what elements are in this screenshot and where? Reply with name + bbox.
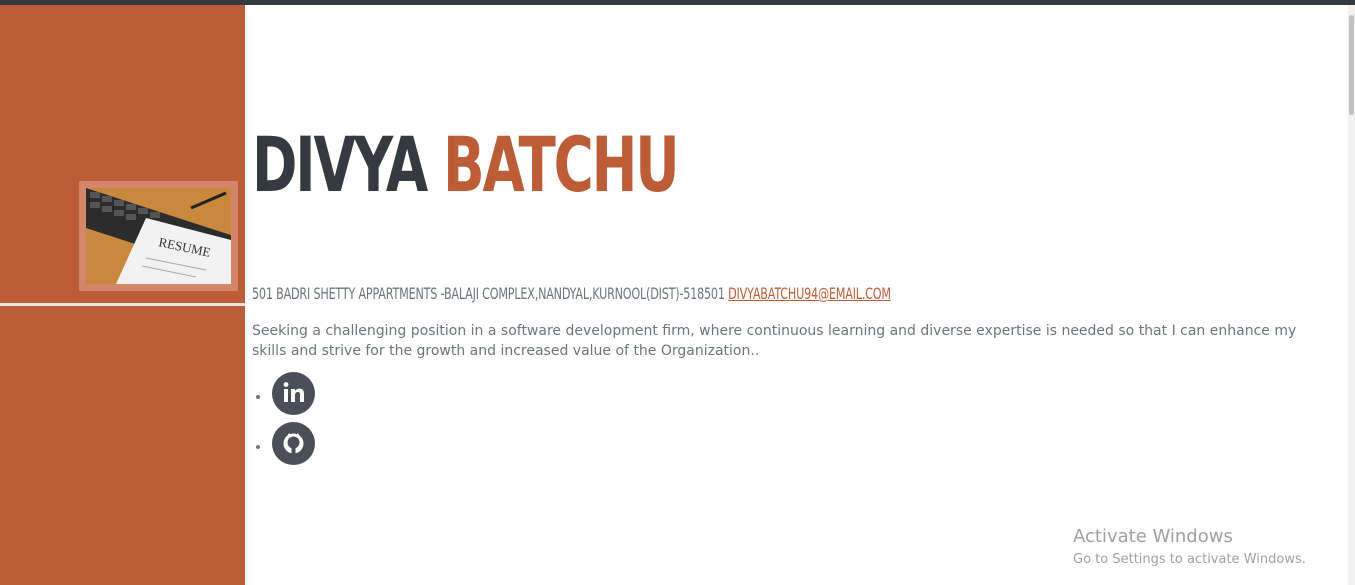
main-content: DIVYA BATCHU 501 BADRI SHETTY APPARTMENT…	[252, 5, 1342, 585]
watermark-subtitle: Go to Settings to activate Windows.	[1073, 552, 1306, 567]
windows-activation-watermark: Activate Windows Go to Settings to activ…	[1073, 526, 1306, 571]
linkedin-button[interactable]	[272, 372, 315, 415]
last-name: BATCHU	[442, 120, 680, 209]
github-button[interactable]	[272, 422, 315, 465]
github-icon	[283, 433, 304, 454]
list-item	[270, 422, 315, 478]
objective-text: Seeking a challenging position in a soft…	[252, 323, 1297, 359]
sidebar-divider	[0, 303, 245, 306]
scrollbar-thumb[interactable]	[1349, 15, 1354, 115]
page-scrollbar[interactable]	[1348, 5, 1355, 585]
list-item	[270, 372, 315, 428]
first-name: DIVYA	[252, 120, 428, 209]
address-text: 501 BADRI SHETTY APPARTMENTS -BALAJI COM…	[252, 284, 725, 303]
linkedin-icon	[283, 382, 304, 402]
profile-image: RESUME	[86, 188, 231, 284]
email-link[interactable]: DIVYABATCHU94@EMAIL.COM	[728, 284, 891, 303]
watermark-title: Activate Windows	[1073, 526, 1233, 547]
sidebar: RESUME	[0, 5, 245, 585]
social-links	[270, 372, 315, 478]
contact-line: 501 BADRI SHETTY APPARTMENTS -BALAJI COM…	[252, 283, 891, 305]
profile-image-frame: RESUME	[79, 181, 238, 291]
page-title: DIVYA BATCHU	[252, 120, 680, 209]
